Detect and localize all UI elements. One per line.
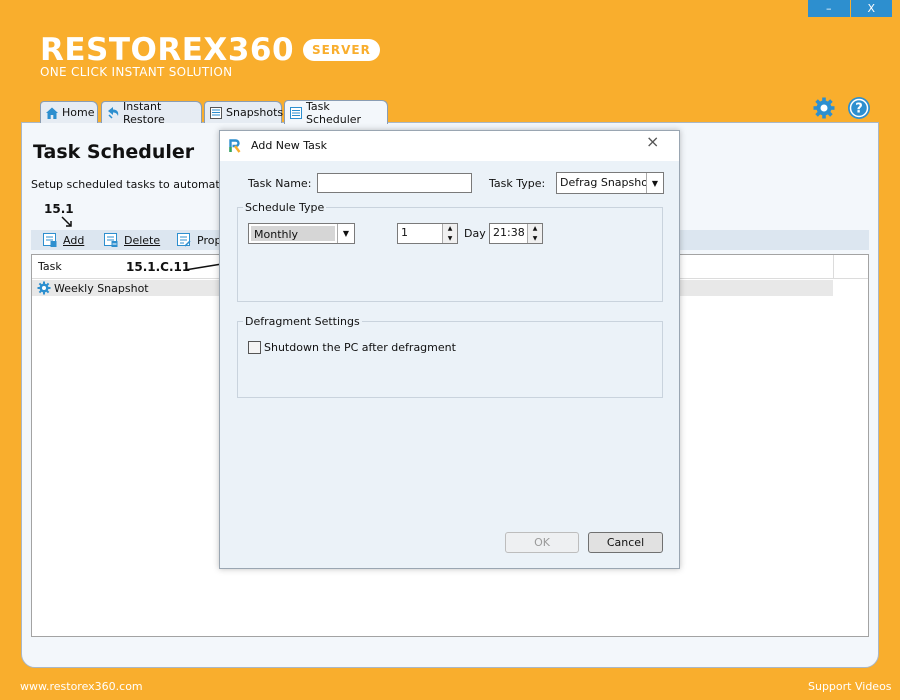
day-value: 1 [401,226,408,239]
restore-icon [108,106,119,119]
task-type-label: Task Type: [489,177,546,190]
spin-down-icon[interactable]: ▼ [443,233,457,243]
spin-down-icon[interactable]: ▼ [528,233,542,243]
add-button[interactable]: Add [42,231,84,249]
chevron-down-icon: ▼ [646,173,663,193]
dialog-title: Add New Task [251,139,328,152]
minimize-button[interactable]: – [808,0,850,17]
annotation-schedule: 15.1.C.11 [126,260,191,274]
dialog-close-button[interactable]: × [646,132,659,151]
page-description: Setup scheduled tasks to automatically [31,178,249,191]
defragment-settings-legend: Defragment Settings [243,315,362,328]
tab-task-scheduler[interactable]: Task Scheduler [284,99,388,126]
task-name-label: Task Name: [248,177,312,190]
shutdown-checkbox[interactable] [248,341,261,354]
svg-text:?: ? [855,102,863,117]
ok-button[interactable]: OK [505,532,579,553]
column-header-spacer [833,255,868,279]
window-controls: – X [808,0,892,17]
annotation-add: 15.1 [44,202,74,216]
tab-instant-restore-label: Instant Restore [123,99,165,126]
day-stepper[interactable]: 1 ▲ ▼ [397,223,458,244]
chevron-down-icon: ▼ [337,224,354,243]
gear-icon [37,281,51,295]
schedule-type-group [237,207,663,302]
app-logo-icon [229,139,241,153]
spin-up-icon[interactable]: ▲ [443,224,457,234]
delete-task-icon [104,233,118,247]
schedule-type-legend: Schedule Type [243,201,327,214]
task-type-select[interactable]: Defrag Snapshots ▼ [556,172,664,194]
schedule-type-select[interactable]: Monthly ▼ [248,223,355,244]
help-icon[interactable]: ? [847,96,871,120]
gear-icon[interactable] [812,96,836,120]
schedule-type-value: Monthly [251,226,335,241]
home-icon [46,107,58,119]
page-title: Task Scheduler [33,141,195,163]
time-value: 21:38 [493,226,525,239]
properties-button[interactable]: Prop [176,231,221,249]
shutdown-label[interactable]: Shutdown the PC after defragment [264,341,456,354]
cancel-button[interactable]: Cancel [588,532,663,553]
task-name-cell: Weekly Snapshot [54,281,149,295]
delete-button-label: Delete [124,233,161,247]
day-label: Day [464,227,486,240]
properties-button-label: Prop [197,233,222,247]
tab-snapshots-label: Snapshots [226,106,284,119]
annotation-arrow-icon [61,216,72,227]
edition-badge: SERVER [303,39,380,61]
defragment-settings-group [237,321,663,398]
task-name-input[interactable] [317,173,472,193]
tab-instant-restore[interactable]: Instant Restore [101,99,202,126]
add-button-label: Add [63,233,85,247]
close-window-button[interactable]: X [849,0,893,17]
spin-up-icon[interactable]: ▲ [528,224,542,234]
brand-tagline: ONE CLICK INSTANT SOLUTION [40,65,233,79]
task-type-value: Defrag Snapshots [560,176,646,189]
delete-button[interactable]: Delete [103,231,160,249]
support-videos-link[interactable]: Support Videos [808,680,892,693]
tab-task-scheduler-label: Task Scheduler [306,99,362,126]
tab-home[interactable]: Home [40,101,98,123]
snapshots-icon [210,106,222,119]
tab-home-label: Home [62,106,95,119]
time-stepper[interactable]: 21:38 ▲ ▼ [489,223,543,244]
tab-snapshots[interactable]: Snapshots [204,101,284,123]
brand-logo: RESTOREX360 [40,32,295,68]
task-scheduler-icon [290,106,302,119]
properties-icon [177,233,191,247]
website-link[interactable]: www.restorex360.com [20,680,143,693]
add-task-icon [43,233,57,247]
